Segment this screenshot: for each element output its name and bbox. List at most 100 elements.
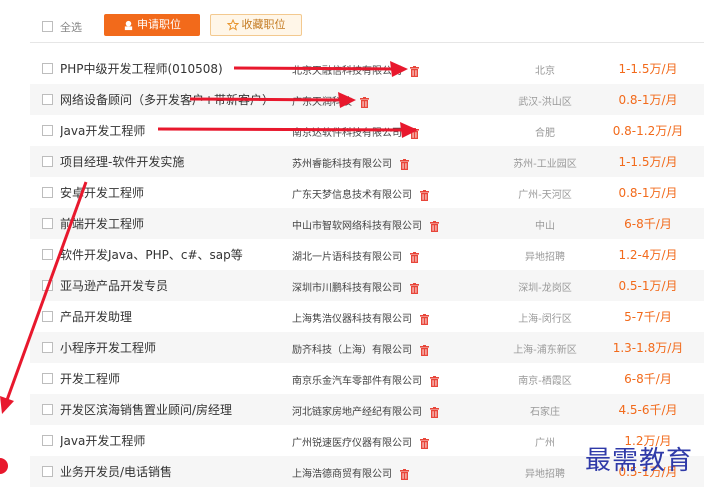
job-checkbox[interactable]: [42, 311, 53, 322]
job-title-link[interactable]: 小程序开发工程师: [60, 339, 280, 356]
city-label: 合肥: [535, 128, 555, 139]
company-link[interactable]: 中山市智软网络科技有限公司: [292, 221, 422, 232]
salary-label: 0.5-1万/月: [618, 279, 678, 293]
job-checkbox[interactable]: [42, 249, 53, 260]
trash-icon[interactable]: [420, 437, 429, 449]
job-row: 前端开发工程师 中山市智软网络科技有限公司 中山 6-8千/月: [30, 208, 704, 239]
city-label: 上海-闵行区: [518, 314, 572, 325]
salary-label: 4.5-6千/月: [618, 403, 678, 417]
trash-icon[interactable]: [410, 65, 419, 77]
company-link[interactable]: 励齐科技（上海）有限公司: [292, 345, 412, 356]
job-title-link[interactable]: 项目经理-软件开发实施: [60, 153, 280, 170]
job-title-link[interactable]: Java开发工程师: [60, 432, 280, 449]
job-row: PHP中级开发工程师(010508) 北京天融信科技有限公司 北京 1-1.5万…: [30, 53, 704, 84]
trash-icon[interactable]: [420, 189, 429, 201]
city-label: 武汉-洪山区: [518, 97, 572, 108]
job-title-link[interactable]: 网络设备顾问（多开发客户+带新客户）: [60, 91, 280, 108]
company-link[interactable]: 苏州睿能科技有限公司: [292, 159, 392, 170]
select-all-label: 全选: [60, 21, 82, 34]
job-checkbox[interactable]: [42, 404, 53, 415]
job-row: 软件开发Java、PHP、c#、sap等 湖北一片语科技有限公司 异地招聘 1.…: [30, 239, 704, 270]
apply-button-label: 申请职位: [137, 18, 181, 31]
trash-icon[interactable]: [400, 468, 409, 480]
company-cell: 励齐科技（上海）有限公司: [292, 341, 429, 356]
company-cell: 上海浩德商贸有限公司: [292, 465, 409, 480]
trash-icon[interactable]: [410, 282, 419, 294]
company-link[interactable]: 广东天润科技: [292, 97, 352, 108]
job-checkbox[interactable]: [42, 466, 53, 477]
company-link[interactable]: 河北链家房地产经纪有限公司: [292, 407, 422, 418]
trash-icon[interactable]: [430, 406, 439, 418]
company-link[interactable]: 南京乐金汽车零部件有限公司: [292, 376, 422, 387]
company-cell: 南京达软件科技有限公司: [292, 124, 419, 139]
city-label: 广州-天河区: [518, 190, 572, 201]
job-checkbox[interactable]: [42, 156, 53, 167]
job-title-link[interactable]: 产品开发助理: [60, 308, 280, 325]
trash-icon[interactable]: [400, 158, 409, 170]
company-link[interactable]: 湖北一片语科技有限公司: [292, 252, 402, 263]
company-link[interactable]: 广州锐速医疗仪器有限公司: [292, 438, 412, 449]
favorite-button-label: 收藏职位: [241, 18, 286, 31]
company-link[interactable]: 上海隽浩仪器科技有限公司: [292, 314, 412, 325]
select-all-checkbox[interactable]: [42, 21, 53, 32]
favorite-button[interactable]: 收藏职位: [210, 14, 302, 36]
company-cell: 北京天融信科技有限公司: [292, 62, 419, 77]
job-row: 开发区滨海销售置业顾问/房经理 河北链家房地产经纪有限公司 石家庄 4.5-6千…: [30, 394, 704, 425]
company-cell: 河北链家房地产经纪有限公司: [292, 403, 439, 418]
city-label: 广州: [535, 438, 555, 449]
job-checkbox[interactable]: [42, 342, 53, 353]
watermark-text: 最需教育: [585, 446, 694, 476]
job-title-link[interactable]: 开发区滨海销售置业顾问/房经理: [60, 401, 280, 418]
job-title-link[interactable]: Java开发工程师: [60, 122, 280, 139]
company-link[interactable]: 上海浩德商贸有限公司: [292, 469, 392, 480]
company-cell: 上海隽浩仪器科技有限公司: [292, 310, 429, 325]
job-title-link[interactable]: 开发工程师: [60, 370, 280, 387]
company-link[interactable]: 深圳市川鹏科技有限公司: [292, 283, 402, 294]
trash-icon[interactable]: [430, 375, 439, 387]
city-label: 上海-浦东新区: [513, 345, 577, 356]
job-checkbox[interactable]: [42, 63, 53, 74]
toolbar: 全选 申请职位 收藏职位: [30, 8, 704, 43]
company-cell: 中山市智软网络科技有限公司: [292, 217, 439, 232]
trash-icon[interactable]: [410, 127, 419, 139]
job-checkbox[interactable]: [42, 280, 53, 291]
trash-icon[interactable]: [360, 96, 369, 108]
trash-icon[interactable]: [430, 220, 439, 232]
job-title-link[interactable]: 安卓开发工程师: [60, 184, 280, 201]
job-row: 网络设备顾问（多开发客户+带新客户） 广东天润科技 武汉-洪山区 0.8-1万/…: [30, 84, 704, 115]
trash-icon[interactable]: [420, 313, 429, 325]
salary-label: 1.3-1.8万/月: [612, 341, 684, 355]
apply-button[interactable]: 申请职位: [104, 14, 200, 36]
company-link[interactable]: 广东天梦信息技术有限公司: [292, 190, 412, 201]
job-row: 安卓开发工程师 广东天梦信息技术有限公司 广州-天河区 0.8-1万/月: [30, 177, 704, 208]
salary-label: 6-8千/月: [624, 372, 672, 386]
job-checkbox[interactable]: [42, 187, 53, 198]
job-title-link[interactable]: 前端开发工程师: [60, 215, 280, 232]
job-title-link[interactable]: 业务开发员/电话销售: [60, 463, 280, 480]
city-label: 石家庄: [530, 407, 560, 418]
job-checkbox[interactable]: [42, 435, 53, 446]
job-checkbox[interactable]: [42, 125, 53, 136]
job-checkbox[interactable]: [42, 94, 53, 105]
city-label: 苏州-工业园区: [513, 159, 577, 170]
salary-label: 0.8-1万/月: [618, 93, 678, 107]
company-link[interactable]: 北京天融信科技有限公司: [292, 66, 402, 77]
job-list: PHP中级开发工程师(010508) 北京天融信科技有限公司 北京 1-1.5万…: [30, 53, 704, 487]
city-label: 异地招聘: [525, 252, 565, 263]
company-cell: 苏州睿能科技有限公司: [292, 155, 409, 170]
job-title-link[interactable]: PHP中级开发工程师(010508): [60, 60, 280, 77]
company-link[interactable]: 南京达软件科技有限公司: [292, 128, 402, 139]
salary-label: 1-1.5万/月: [618, 155, 678, 169]
trash-icon[interactable]: [420, 344, 429, 356]
city-label: 深圳-龙岗区: [518, 283, 572, 294]
salary-label: 6-8千/月: [624, 217, 672, 231]
job-checkbox[interactable]: [42, 218, 53, 229]
annotation-dot: [0, 458, 8, 474]
salary-label: 0.8-1.2万/月: [612, 124, 684, 138]
job-title-link[interactable]: 亚马逊产品开发专员: [60, 277, 280, 294]
job-checkbox[interactable]: [42, 373, 53, 384]
job-title-link[interactable]: 软件开发Java、PHP、c#、sap等: [60, 246, 280, 263]
trash-icon[interactable]: [410, 251, 419, 263]
salary-label: 1.2-4万/月: [618, 248, 678, 262]
job-row: 亚马逊产品开发专员 深圳市川鹏科技有限公司 深圳-龙岗区 0.5-1万/月: [30, 270, 704, 301]
